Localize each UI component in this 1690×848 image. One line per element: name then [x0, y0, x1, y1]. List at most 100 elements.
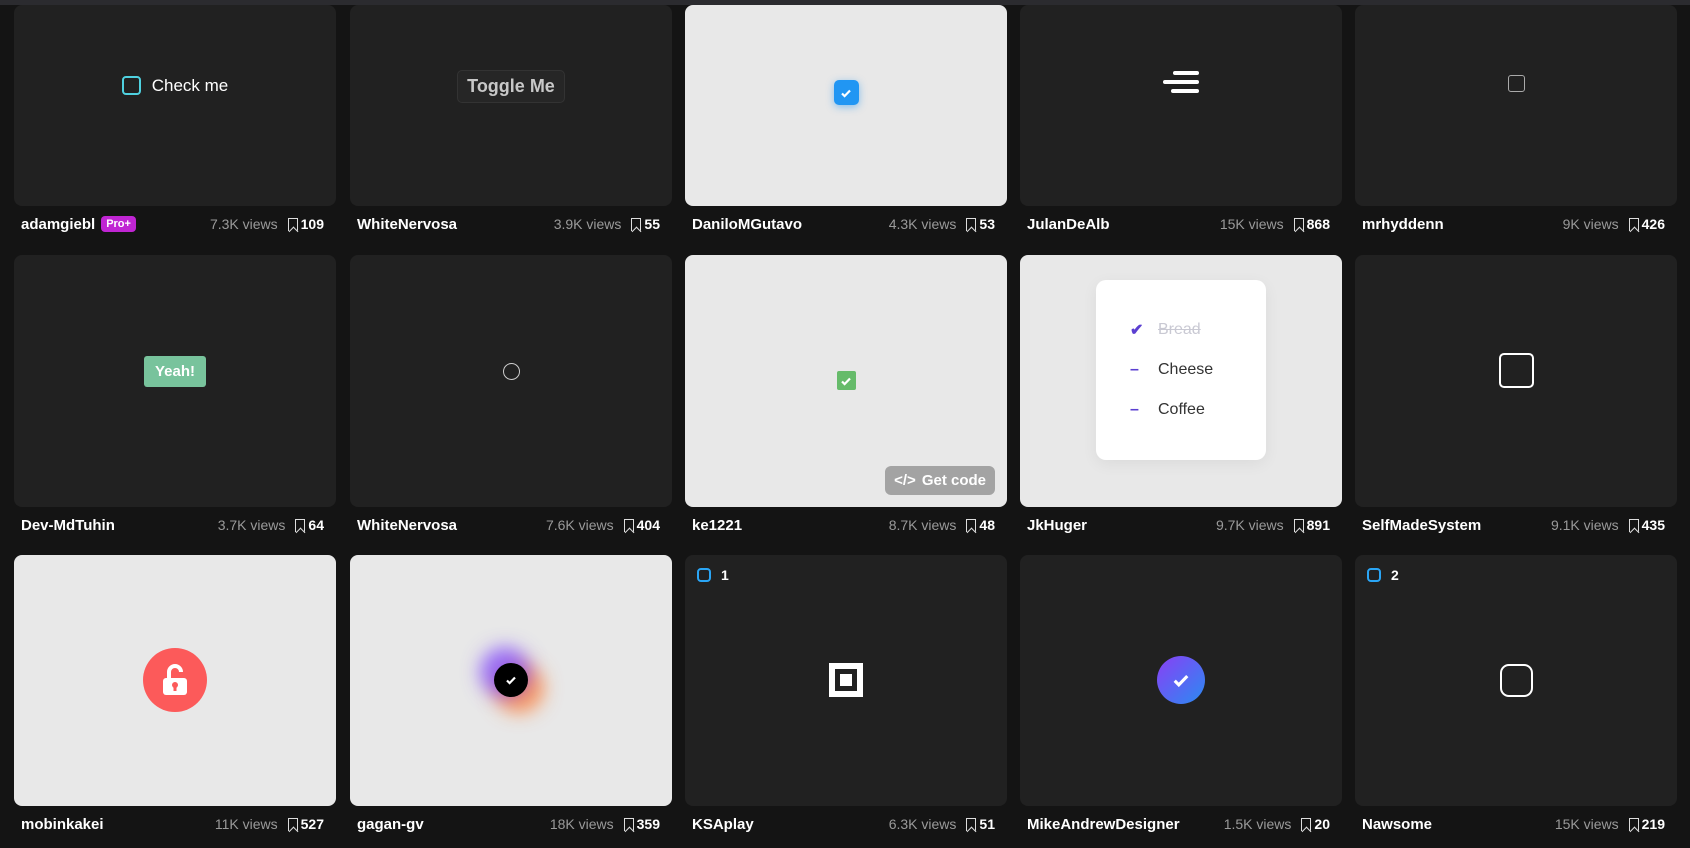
checkbox[interactable] — [1507, 75, 1525, 92]
author-link[interactable]: Nawsome — [1355, 816, 1432, 833]
checkbox[interactable] — [1498, 352, 1534, 388]
bookmark-icon[interactable] — [287, 817, 298, 831]
card-footer: ke1221 8.7K views 48 — [685, 514, 1007, 536]
component-card[interactable]: Yeah! — [14, 255, 336, 507]
copy-icon — [1367, 568, 1381, 582]
bookmark-icon[interactable] — [287, 217, 298, 231]
checkbox-checked[interactable] — [836, 371, 856, 390]
author-link[interactable]: JulanDeAlb — [1020, 216, 1110, 233]
component-preview[interactable] — [1020, 5, 1342, 206]
component-card[interactable] — [1020, 5, 1342, 206]
view-count: 7.6K views — [545, 517, 614, 533]
author-link[interactable]: mobinkakei — [14, 816, 104, 833]
component-preview[interactable] — [14, 555, 336, 806]
hamburger-icon[interactable] — [1163, 70, 1199, 93]
component-preview[interactable] — [350, 255, 672, 507]
bookmark-icon[interactable] — [631, 217, 642, 231]
toggle-button[interactable]: Toggle Me — [457, 70, 565, 103]
component-card[interactable] — [685, 5, 1007, 206]
author-link[interactable]: MikeAndrewDesigner — [1020, 816, 1180, 833]
radio-button[interactable] — [502, 362, 520, 380]
component-card[interactable] — [14, 555, 336, 806]
author-link[interactable]: ke1221 — [685, 517, 742, 534]
component-card[interactable]: 1 — [685, 555, 1007, 806]
view-count: 18K views — [549, 816, 614, 832]
author-link[interactable]: Dev-MdTuhin — [14, 517, 115, 534]
view-count: 9.7K views — [1215, 517, 1284, 533]
component-preview[interactable]: Check me — [14, 5, 336, 206]
component-preview[interactable] — [1355, 5, 1677, 206]
view-count: 8.7K views — [888, 517, 957, 533]
bookmark-icon[interactable] — [1293, 217, 1304, 231]
component-card[interactable]: </> Get code — [685, 255, 1007, 507]
author-link[interactable]: WhiteNervosa — [350, 517, 457, 534]
save-count: 219 — [1641, 816, 1665, 832]
todo-list: ✔ Bread – Cheese – Coffee — [1096, 280, 1266, 460]
component-preview[interactable]: Toggle Me — [350, 5, 672, 206]
bookmark-icon[interactable] — [1628, 817, 1639, 831]
bookmark-icon[interactable] — [966, 518, 977, 532]
save-count: 51 — [979, 816, 995, 832]
component-preview[interactable] — [685, 5, 1007, 206]
author-link[interactable]: DaniloMGutavo — [685, 216, 802, 233]
bookmark-icon[interactable] — [295, 518, 306, 532]
save-count: 404 — [636, 517, 660, 533]
component-card[interactable] — [350, 255, 672, 507]
save-count: 20 — [1314, 816, 1330, 832]
component-preview[interactable]: </> Get code — [685, 255, 1007, 507]
author-link[interactable]: adamgiebl — [14, 216, 95, 233]
component-card[interactable]: 2 — [1355, 555, 1677, 806]
bookmark-icon[interactable] — [1628, 518, 1639, 532]
author-link[interactable]: mrhyddenn — [1355, 216, 1444, 233]
component-preview[interactable]: ✔ Bread – Cheese – Coffee — [1020, 255, 1342, 507]
view-count: 3.9K views — [553, 216, 622, 232]
checkbox-checked[interactable] — [833, 80, 859, 105]
bookmark-icon[interactable] — [1293, 518, 1304, 532]
author-link[interactable]: SelfMadeSystem — [1355, 517, 1481, 534]
component-card[interactable]: Toggle Me — [350, 5, 672, 206]
bookmark-icon[interactable] — [1628, 217, 1639, 231]
card-footer: mobinkakei 11K views 527 — [14, 813, 336, 835]
bookmark-icon[interactable] — [966, 817, 977, 831]
author-link[interactable]: WhiteNervosa — [350, 216, 457, 233]
bookmark-icon[interactable] — [623, 817, 634, 831]
bookmark-icon[interactable] — [623, 518, 634, 532]
component-preview[interactable] — [1355, 555, 1677, 806]
variant-count: 1 — [721, 567, 729, 583]
component-preview[interactable] — [350, 555, 672, 806]
bookmark-icon[interactable] — [966, 217, 977, 231]
component-card[interactable] — [1020, 555, 1342, 806]
checkbox[interactable] — [121, 76, 141, 95]
author-link[interactable]: KSAplay — [685, 816, 754, 833]
view-count: 9.1K views — [1550, 517, 1619, 533]
component-card[interactable]: ✔ Bread – Cheese – Coffee — [1020, 255, 1342, 507]
glow-checkbox[interactable] — [494, 663, 528, 697]
get-code-button[interactable]: </> Get code — [885, 466, 995, 495]
component-card[interactable] — [1355, 5, 1677, 206]
bookmark-icon[interactable] — [1301, 817, 1312, 831]
get-code-label: Get code — [921, 472, 986, 489]
author-link[interactable]: gagan-gv — [350, 816, 424, 833]
card-footer: KSAplay 6.3K views 51 — [685, 813, 1007, 835]
todo-item[interactable]: – Coffee — [1130, 390, 1266, 430]
todo-item[interactable]: – Cheese — [1130, 350, 1266, 390]
author-link[interactable]: JkHuger — [1020, 517, 1087, 534]
card-footer: adamgiebl Pro+ 7.3K views 109 — [14, 213, 336, 235]
component-preview[interactable] — [685, 555, 1007, 806]
component-card[interactable]: Check me — [14, 5, 336, 206]
component-preview[interactable] — [1020, 555, 1342, 806]
yeah-button[interactable]: Yeah! — [143, 355, 207, 387]
component-card[interactable] — [350, 555, 672, 806]
checkbox[interactable] — [829, 663, 863, 697]
card-footer: JulanDeAlb 15K views 868 — [1020, 213, 1342, 235]
save-count: 48 — [979, 517, 995, 533]
todo-item[interactable]: ✔ Bread — [1130, 310, 1266, 350]
save-count: 64 — [308, 517, 324, 533]
checkbox[interactable] — [1499, 663, 1533, 697]
view-count: 6.3K views — [888, 816, 957, 832]
component-card[interactable] — [1355, 255, 1677, 507]
component-preview[interactable] — [1355, 255, 1677, 507]
lock-toggle[interactable] — [143, 648, 207, 712]
component-preview[interactable]: Yeah! — [14, 255, 336, 507]
checkbox-checked[interactable] — [1157, 656, 1205, 704]
